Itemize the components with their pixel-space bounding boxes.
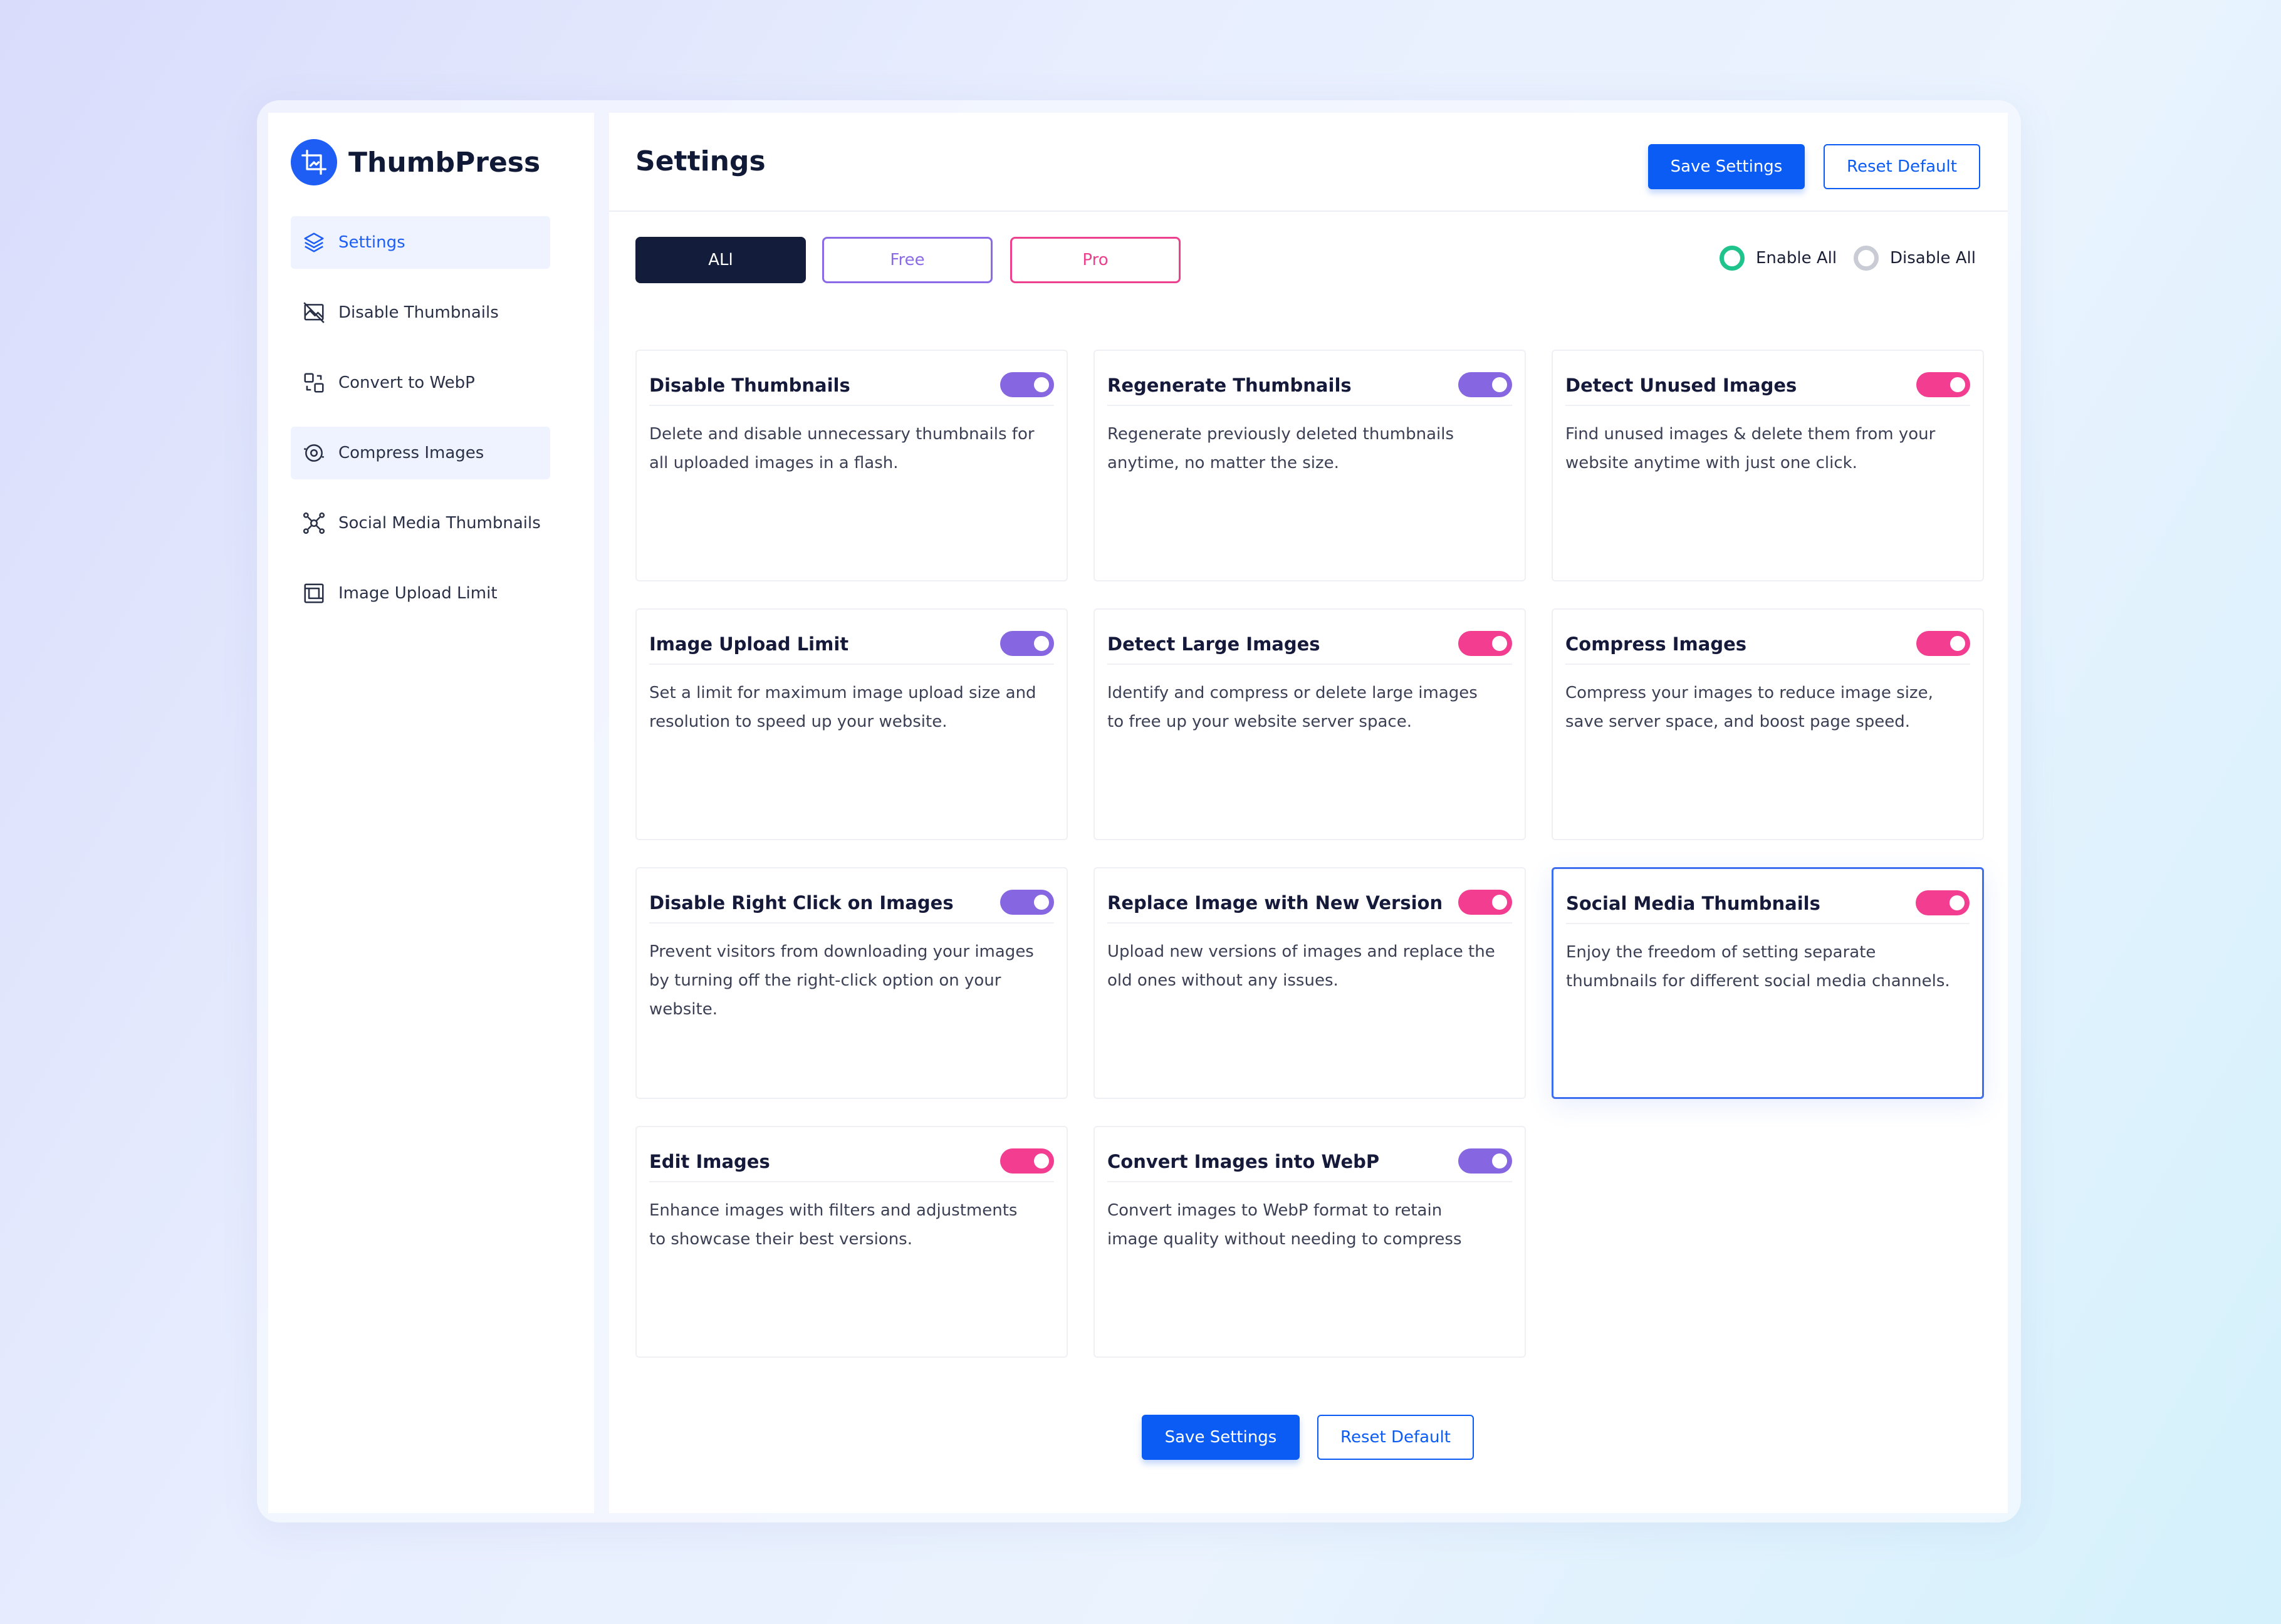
card-title: Detect Large Images: [1107, 633, 1320, 655]
radio-checked-icon: [1720, 246, 1745, 271]
brand-name: ThumbPress: [348, 146, 541, 179]
feature-card: Replace Image with New Version Upload ne…: [1094, 867, 1526, 1099]
sidebar-item-disable-thumbnails[interactable]: Disable Thumbnails: [291, 286, 550, 339]
card-description: Convert images to WebP format to retain …: [1107, 1201, 1462, 1249]
crop-image-icon: [291, 139, 337, 185]
disable-all-radio[interactable]: Disable All: [1854, 246, 1976, 271]
card-description: Upload new versions of images and replac…: [1107, 942, 1495, 990]
feature-toggle[interactable]: [1000, 890, 1054, 915]
card-description: Identify and compress or delete large im…: [1107, 684, 1478, 731]
radio-unchecked-icon: [1854, 246, 1879, 271]
card-description: Find unused images & delete them from yo…: [1565, 425, 1936, 472]
filter-all-button[interactable]: ALl: [635, 237, 806, 283]
feature-toggle[interactable]: [1916, 890, 1970, 915]
sidebar-item-label: Disable Thumbnails: [338, 303, 499, 322]
disable-all-label: Disable All: [1890, 249, 1976, 268]
image-off-icon: [303, 302, 325, 323]
sidebar-item-label: Convert to WebP: [338, 373, 475, 392]
compress-icon: [304, 444, 324, 462]
footer-reset-default-button[interactable]: Reset Default: [1317, 1415, 1474, 1460]
card-title: Replace Image with New Version: [1107, 892, 1443, 914]
feature-card: Compress Images Compress your images to …: [1552, 608, 1984, 840]
filter-free-button[interactable]: Free: [822, 237, 993, 283]
sidebar-item-image-upload-limit[interactable]: Image Upload Limit: [291, 567, 550, 620]
sidebar-item-compress-images[interactable]: Compress Images: [291, 427, 550, 479]
card-description: Regenerate previously deleted thumbnails…: [1107, 425, 1454, 472]
card-title: Disable Thumbnails: [649, 375, 850, 396]
share-nodes-icon: [303, 512, 325, 534]
feature-toggle[interactable]: [1458, 372, 1512, 397]
feature-card-selected: Social Media Thumbnails Enjoy the freedo…: [1552, 867, 1984, 1099]
convert-icon: [304, 373, 324, 393]
card-title: Compress Images: [1565, 633, 1747, 655]
card-description: Set a limit for maximum image upload siz…: [649, 684, 1036, 731]
feature-card: Disable Right Click on Images Prevent vi…: [635, 867, 1068, 1099]
sidebar-nav: Settings Disable Thumbnails Convert to W…: [291, 216, 550, 637]
card-description: Prevent visitors from downloading your i…: [649, 942, 1034, 1019]
feature-toggle[interactable]: [1000, 631, 1054, 656]
feature-toggle[interactable]: [1458, 631, 1512, 656]
feature-card: Regenerate Thumbnails Regenerate previou…: [1094, 350, 1526, 581]
enable-all-radio[interactable]: Enable All: [1720, 246, 1837, 271]
enable-all-label: Enable All: [1756, 249, 1837, 268]
feature-toggle[interactable]: [1458, 1148, 1512, 1174]
footer-save-settings-button[interactable]: Save Settings: [1142, 1415, 1300, 1460]
card-title: Disable Right Click on Images: [649, 892, 954, 914]
upload-limit-icon: [304, 583, 324, 603]
brand-logo[interactable]: ThumbPress: [291, 139, 540, 185]
feature-card: Image Upload Limit Set a limit for maxim…: [635, 608, 1068, 840]
card-title: Detect Unused Images: [1565, 375, 1797, 396]
card-description: Delete and disable unnecessary thumbnail…: [649, 425, 1035, 472]
sidebar-item-settings[interactable]: Settings: [291, 216, 550, 269]
card-title: Edit Images: [649, 1151, 770, 1172]
save-settings-button[interactable]: Save Settings: [1648, 144, 1805, 189]
feature-toggle[interactable]: [1000, 372, 1054, 397]
sidebar-item-social-media-thumbnails[interactable]: Social Media Thumbnails: [291, 497, 550, 549]
feature-card: Detect Large Images Identify and compres…: [1094, 608, 1526, 840]
feature-card: Disable Thumbnails Delete and disable un…: [635, 350, 1068, 581]
sidebar-item-label: Compress Images: [338, 444, 484, 462]
card-description: Enhance images with filters and adjustme…: [649, 1201, 1018, 1249]
card-title: Regenerate Thumbnails: [1107, 375, 1352, 396]
feature-card: Detect Unused Images Find unused images …: [1552, 350, 1984, 581]
feature-toggle[interactable]: [1916, 631, 1970, 656]
feature-card: Edit Images Enhance images with filters …: [635, 1126, 1068, 1358]
card-description: Compress your images to reduce image siz…: [1565, 684, 1933, 731]
sidebar-item-label: Image Upload Limit: [338, 584, 498, 603]
card-title: Convert Images into WebP: [1107, 1151, 1380, 1172]
sidebar-item-convert-to-webp[interactable]: Convert to WebP: [291, 357, 550, 409]
feature-toggle[interactable]: [1458, 890, 1512, 915]
sidebar-item-label: Social Media Thumbnails: [338, 514, 541, 533]
filter-pro-button[interactable]: Pro: [1010, 237, 1181, 283]
main-panel: Settings Save Settings Reset Default ALl…: [609, 113, 2008, 1513]
page-header: Settings Save Settings Reset Default: [609, 113, 2008, 212]
card-description: Enjoy the freedom of setting separate th…: [1566, 943, 1950, 991]
layers-icon: [304, 232, 324, 252]
page-title: Settings: [635, 145, 766, 177]
sidebar-item-label: Settings: [338, 233, 405, 252]
feature-toggle[interactable]: [1916, 372, 1970, 397]
feature-toggle[interactable]: [1000, 1148, 1054, 1174]
feature-card: Convert Images into WebP Convert images …: [1094, 1126, 1526, 1358]
sidebar: ThumbPress Settings Disable Thumbnails C…: [268, 113, 594, 1513]
card-title: Social Media Thumbnails: [1566, 893, 1820, 914]
reset-default-button[interactable]: Reset Default: [1824, 144, 1980, 189]
card-title: Image Upload Limit: [649, 633, 849, 655]
